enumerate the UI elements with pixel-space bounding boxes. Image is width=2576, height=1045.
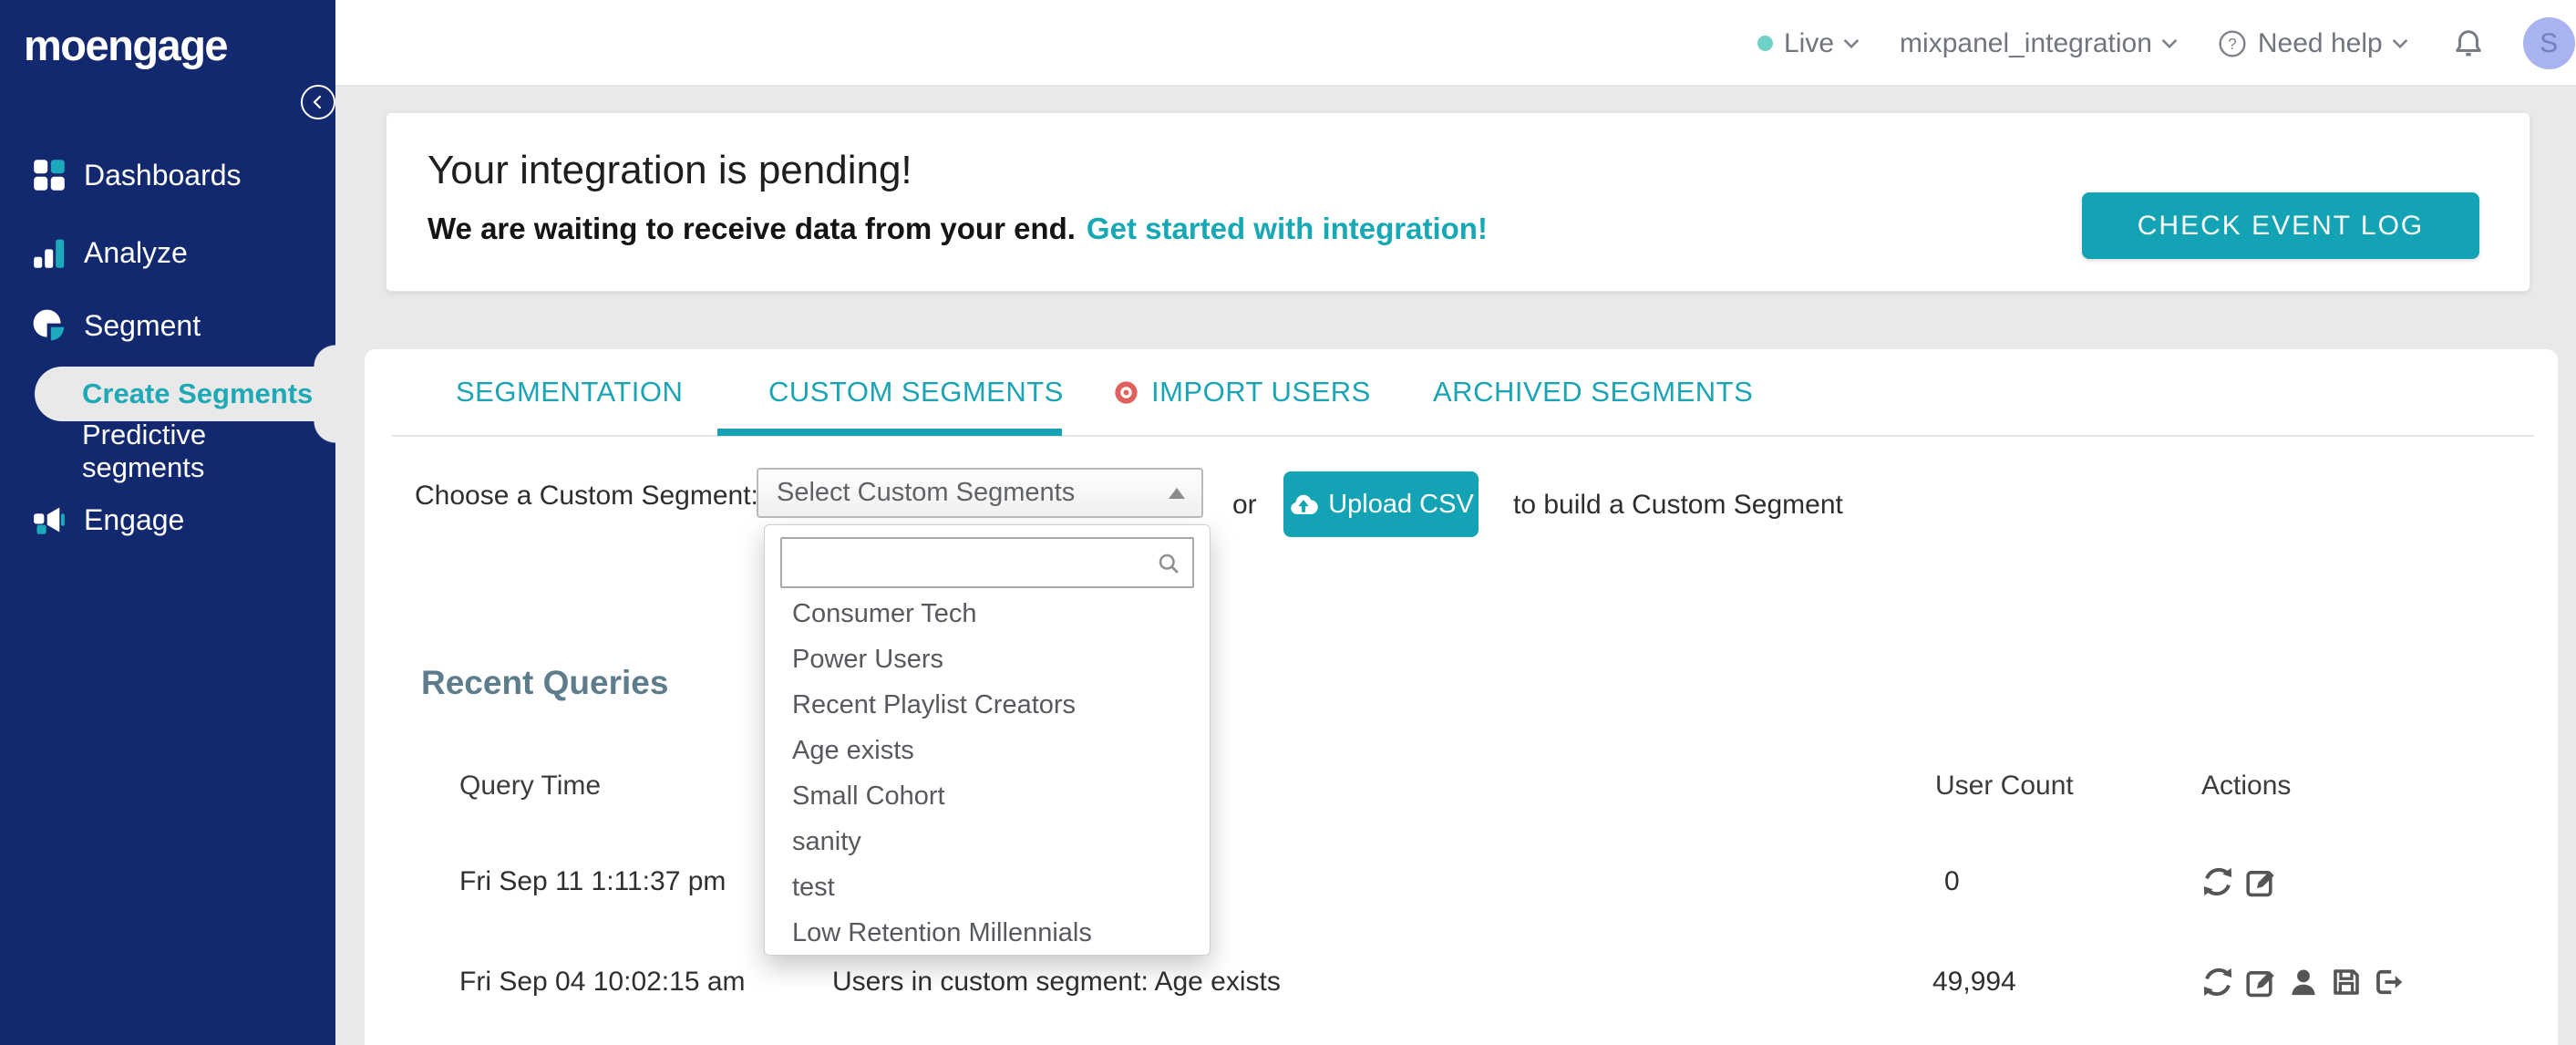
sidebar: moengage Dashboards Analyze Segment Crea… xyxy=(0,0,335,1045)
banner-title: Your integration is pending! xyxy=(428,148,912,192)
recent-queries-title: Recent Queries xyxy=(421,664,669,701)
column-header-user-count: User Count xyxy=(1935,771,2074,801)
segment-pie-icon xyxy=(33,309,66,342)
tab-import-users[interactable]: IMPORT USERS xyxy=(1114,372,1371,412)
chevron-down-icon[interactable] xyxy=(2159,34,2179,54)
segments-panel xyxy=(365,349,2558,1045)
sidebar-item-label: Predictive segments xyxy=(82,419,207,483)
moengage-logo: moengage xyxy=(24,21,229,69)
tab-custom-segments[interactable]: CUSTOM SEGMENTS xyxy=(768,372,1064,412)
tab-label: CUSTOM SEGMENTS xyxy=(768,376,1064,408)
chevron-down-icon[interactable] xyxy=(1841,34,1861,54)
engage-megaphone-icon xyxy=(33,503,66,536)
refresh-icon[interactable] xyxy=(2200,965,2235,999)
tab-label: SEGMENTATION xyxy=(456,376,684,408)
dropdown-option[interactable]: Small Cohort xyxy=(765,773,1210,819)
sidebar-item-create-segments[interactable]: Create Segments xyxy=(35,367,335,421)
pill-notch xyxy=(314,345,335,367)
check-event-log-button[interactable]: CHECK EVENT LOG xyxy=(2082,192,2479,259)
active-tab-underline xyxy=(717,429,1062,436)
search-icon xyxy=(1156,551,1181,576)
column-header-actions: Actions xyxy=(2201,771,2292,801)
environment-selector[interactable]: Live xyxy=(1784,28,1834,59)
upload-csv-button[interactable]: Upload CSV xyxy=(1283,471,1479,537)
analyze-bars-icon xyxy=(33,236,66,269)
user-count-cell: 49,994 xyxy=(1932,967,2016,997)
save-icon[interactable] xyxy=(2329,965,2364,999)
project-selector[interactable]: mixpanel_integration xyxy=(1900,28,2152,59)
upload-csv-label: Upload CSV xyxy=(1328,489,1474,519)
query-cell: Users in custom segment: Age exists xyxy=(832,967,1281,997)
query-time-cell: Fri Sep 11 1:11:37 pm xyxy=(459,866,726,896)
sidebar-item-label: Analyze xyxy=(84,235,188,269)
tab-segmentation[interactable]: SEGMENTATION xyxy=(456,372,683,412)
custom-segments-dropdown: Consumer Tech Power Users Recent Playlis… xyxy=(764,524,1211,956)
get-started-link[interactable]: Get started with integration! xyxy=(1087,212,1488,245)
top-bar: Live mixpanel_integration ? Need help S xyxy=(0,0,2576,87)
tabs-divider xyxy=(392,435,2534,437)
refresh-icon[interactable] xyxy=(2200,864,2235,899)
cloud-upload-icon xyxy=(1288,491,1319,518)
sidebar-item-label: Dashboards xyxy=(84,158,242,191)
dropdown-option[interactable]: Consumer Tech xyxy=(765,591,1210,636)
question-circle-icon: ? xyxy=(2218,29,2247,58)
export-icon[interactable] xyxy=(2372,965,2406,999)
dropdown-option[interactable]: Recent Playlist Creators xyxy=(765,682,1210,728)
sidebar-collapse-button[interactable] xyxy=(301,85,335,119)
tab-archived-segments[interactable]: ARCHIVED SEGMENTS xyxy=(1433,372,1753,412)
custom-segment-select[interactable]: Select Custom Segments xyxy=(757,468,1203,518)
sidebar-item-engage[interactable]: Engage xyxy=(0,498,335,542)
user-icon[interactable] xyxy=(2286,965,2321,999)
avatar-initial: S xyxy=(2540,27,2559,58)
dropdown-option[interactable]: Age exists xyxy=(765,728,1210,773)
user-avatar[interactable]: S xyxy=(2522,17,2575,69)
edit-icon[interactable] xyxy=(2243,965,2278,999)
build-segment-text: to build a Custom Segment xyxy=(1513,490,1843,520)
dropdown-search xyxy=(780,537,1194,588)
chevron-down-icon[interactable] xyxy=(2390,34,2410,54)
dashboards-grid-icon xyxy=(33,159,66,191)
chevron-up-icon xyxy=(1169,487,1185,499)
need-help-menu[interactable]: Need help xyxy=(2258,28,2383,59)
sidebar-item-label: Create Segments xyxy=(82,378,314,409)
sidebar-item-analyze[interactable]: Analyze xyxy=(0,231,335,274)
sidebar-item-label: Engage xyxy=(84,502,185,536)
svg-text:?: ? xyxy=(2228,35,2237,53)
dropdown-option[interactable]: Low Retention Millennials xyxy=(765,910,1210,956)
red-target-icon xyxy=(1114,380,1139,405)
sidebar-item-segment[interactable]: Segment xyxy=(0,304,335,347)
sidebar-item-predictive-segments[interactable]: Predictive segments xyxy=(0,419,335,483)
dropdown-option[interactable]: sanity xyxy=(765,819,1210,864)
tab-label: IMPORT USERS xyxy=(1151,376,1371,408)
dropdown-options-list: Consumer Tech Power Users Recent Playlis… xyxy=(765,591,1210,956)
dropdown-option[interactable]: test xyxy=(765,864,1210,910)
banner-message: We are waiting to receive data from your… xyxy=(428,212,1488,246)
column-header-query-time: Query Time xyxy=(459,771,602,801)
tab-label: ARCHIVED SEGMENTS xyxy=(1433,376,1754,408)
or-text: or xyxy=(1232,490,1257,520)
select-value: Select Custom Segments xyxy=(777,478,1076,507)
choose-custom-segment-label: Choose a Custom Segment: xyxy=(415,481,758,511)
edit-icon[interactable] xyxy=(2243,864,2278,899)
notifications-bell-icon[interactable] xyxy=(2452,27,2485,60)
search-input[interactable] xyxy=(782,539,1192,586)
live-status-dot xyxy=(1757,36,1773,51)
sidebar-item-dashboards[interactable]: Dashboards xyxy=(0,153,335,197)
dropdown-option[interactable]: Power Users xyxy=(765,636,1210,682)
sidebar-item-label: Segment xyxy=(84,308,201,342)
query-time-cell: Fri Sep 04 10:02:15 am xyxy=(459,967,746,997)
integration-pending-banner: Your integration is pending! We are wait… xyxy=(386,112,2530,292)
user-count-cell: 0 xyxy=(1944,866,1960,896)
banner-message-text: We are waiting to receive data from your… xyxy=(428,212,1076,245)
chevron-left-icon xyxy=(308,92,328,112)
